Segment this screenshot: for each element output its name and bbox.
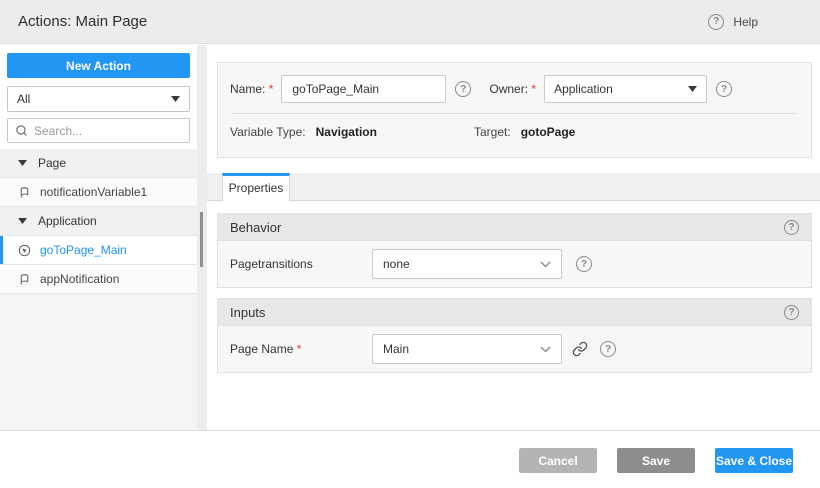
notification-variable-icon — [18, 273, 31, 286]
page-name-dropdown-value: Main — [383, 342, 410, 356]
behavior-section-body: Pagetransitions none ? — [218, 241, 811, 287]
sidebar-scrollbar-track — [197, 45, 207, 430]
sidebar-scrollbar-thumb[interactable] — [200, 212, 203, 267]
help-button[interactable]: ? Help — [708, 13, 758, 30]
inputs-help-icon[interactable]: ? — [784, 304, 799, 320]
page-title: Actions: Main Page — [18, 13, 148, 30]
pagetransitions-label: Pagetransitions — [230, 257, 313, 271]
tree-group-label: Page — [38, 156, 67, 170]
cancel-button[interactable]: Cancel — [519, 448, 597, 473]
name-owner-row: Name: * ? Owner: * Application ? — [218, 63, 811, 107]
name-input[interactable] — [281, 75, 447, 103]
tab-strip: Properties — [207, 173, 820, 201]
page-name-help-icon[interactable]: ? — [600, 341, 616, 357]
pagetransitions-help-icon[interactable]: ? — [576, 256, 592, 272]
search-input[interactable] — [34, 123, 174, 138]
bind-link-icon[interactable] — [572, 341, 588, 357]
help-label: Help — [733, 14, 758, 29]
tree-empty-area — [0, 294, 197, 431]
page-name-label: Page Name * — [230, 342, 302, 356]
required-asterisk: * — [296, 342, 302, 356]
actions-editor-window: Actions: Main Page ? Help New Action All — [0, 0, 820, 488]
action-detail-panel: Name: * ? Owner: * Application ? Variabl… — [207, 45, 820, 430]
chevron-down-icon — [540, 346, 551, 353]
pagetransitions-dropdown[interactable]: none — [372, 249, 562, 279]
tab-properties[interactable]: Properties — [222, 173, 290, 201]
required-asterisk: * — [531, 82, 537, 96]
inputs-section: Inputs ? Page Name * Main ? — [217, 298, 812, 373]
behavior-help-icon[interactable]: ? — [784, 219, 799, 235]
tab-strip-border — [207, 200, 820, 201]
tree-item-appNotification[interactable]: appNotification — [0, 265, 197, 294]
owner-dropdown-value: Application — [554, 82, 613, 96]
inputs-section-body: Page Name * Main ? — [218, 326, 811, 372]
owner-label: Owner: * — [489, 82, 537, 96]
tree-item-goToPage_Main[interactable]: goToPage_Main — [0, 236, 197, 265]
actions-sidebar: New Action All Page — [0, 45, 197, 431]
tree-item-notificationVariable1[interactable]: notificationVariable1 — [0, 178, 197, 207]
help-icon: ? — [708, 13, 725, 30]
tree-item-label: goToPage_Main — [40, 243, 127, 257]
save-button[interactable]: Save — [617, 448, 695, 473]
chevron-down-icon — [171, 96, 180, 102]
save-and-close-button[interactable]: Save & Close — [715, 448, 793, 473]
chevron-down-icon — [688, 86, 698, 92]
new-action-button[interactable]: New Action — [7, 53, 190, 78]
target-field: Target: gotoPage — [474, 125, 575, 139]
owner-help-icon[interactable]: ? — [716, 81, 733, 97]
goto-page-icon — [18, 244, 31, 257]
type-target-row: Variable Type: Navigation Target: gotoPa… — [218, 114, 811, 148]
notification-variable-icon — [18, 186, 31, 199]
tree-item-label: appNotification — [40, 272, 120, 286]
name-label: Name: * — [230, 82, 274, 96]
actions-tree: Page notificationVariable1 Application g… — [0, 149, 197, 431]
tree-group-application[interactable]: Application — [0, 207, 197, 236]
search-box — [7, 118, 190, 143]
header-bar: Actions: Main Page ? Help — [0, 0, 820, 44]
behavior-section-header: Behavior ? — [218, 214, 811, 241]
chevron-down-icon — [540, 261, 551, 268]
target-value: gotoPage — [520, 125, 576, 139]
name-help-icon[interactable]: ? — [455, 81, 472, 97]
filter-dropdown-value: All — [17, 92, 31, 106]
filter-dropdown[interactable]: All — [7, 86, 190, 112]
caret-down-icon — [18, 218, 27, 224]
search-icon — [15, 124, 28, 137]
behavior-section-title: Behavior — [230, 219, 282, 235]
pagetransitions-dropdown-value: none — [383, 257, 410, 271]
footer-bar: Cancel Save Save & Close — [0, 430, 820, 488]
tree-group-page[interactable]: Page — [0, 149, 197, 178]
tree-item-label: notificationVariable1 — [40, 185, 148, 199]
target-label: Target: — [474, 125, 511, 139]
caret-down-icon — [18, 160, 27, 166]
behavior-section: Behavior ? Pagetransitions none ? — [217, 213, 812, 288]
inputs-section-title: Inputs — [230, 304, 266, 320]
required-asterisk: * — [268, 82, 274, 96]
tree-group-label: Application — [38, 214, 97, 228]
owner-dropdown[interactable]: Application — [544, 75, 708, 103]
inputs-section-header: Inputs ? — [218, 299, 811, 326]
action-summary-panel: Name: * ? Owner: * Application ? Variabl… — [217, 62, 812, 158]
variable-type-field: Variable Type: Navigation — [230, 125, 377, 139]
footer-buttons: Cancel Save Save & Close — [519, 448, 793, 473]
variable-type-label: Variable Type: — [230, 125, 306, 139]
page-name-dropdown[interactable]: Main — [372, 334, 562, 364]
variable-type-value: Navigation — [315, 125, 377, 139]
